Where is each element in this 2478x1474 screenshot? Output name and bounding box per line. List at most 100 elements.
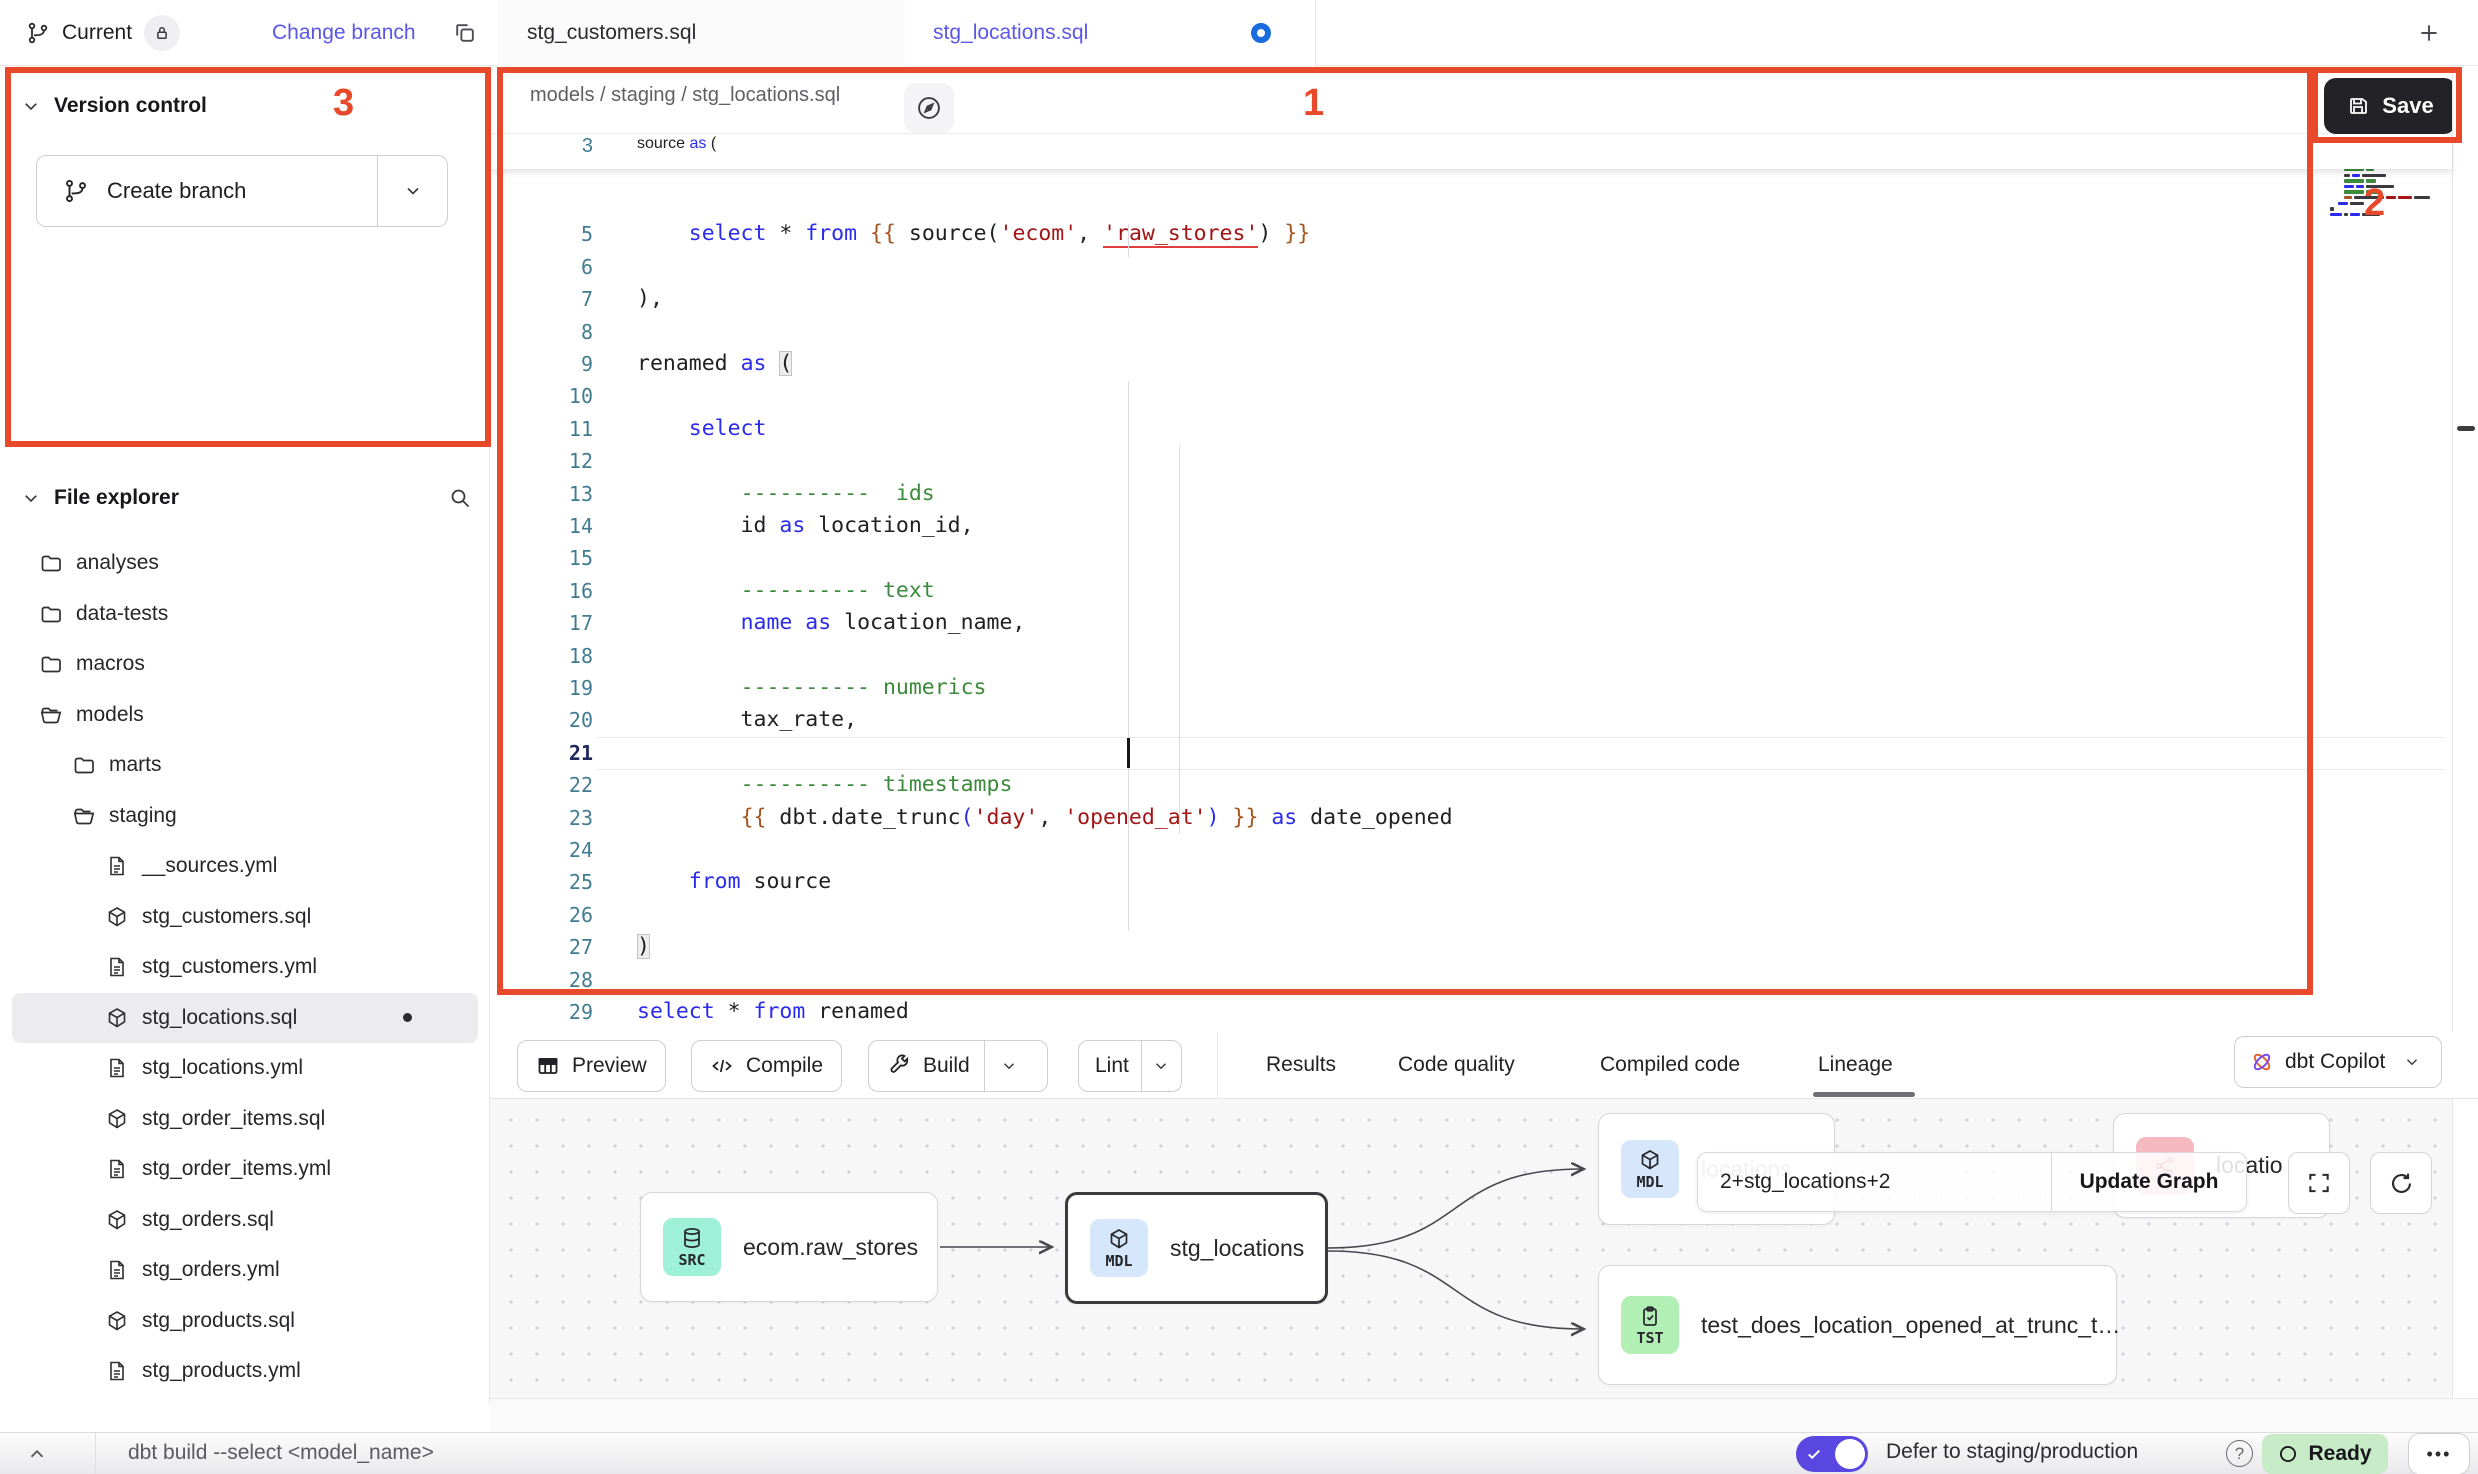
code-line-10[interactable]: 10 bbox=[490, 380, 637, 412]
change-branch-link[interactable]: Change branch bbox=[272, 21, 416, 45]
ready-status-badge[interactable]: Ready bbox=[2262, 1434, 2388, 1474]
code-line-18[interactable]: 18 bbox=[490, 640, 637, 672]
code-line-6[interactable]: 6 bbox=[490, 251, 637, 283]
file-tree-item-stg-products-sql[interactable]: stg_products.sql bbox=[12, 1296, 478, 1346]
version-control-header[interactable]: Version control bbox=[0, 86, 490, 126]
minimap-line bbox=[2366, 190, 2378, 193]
tab-stg-locations-sql[interactable]: stg_locations.sql bbox=[905, 0, 1315, 66]
file-tree-item-stg-order-items-sql[interactable]: stg_order_items.sql bbox=[12, 1094, 478, 1144]
code-line-22[interactable]: 22 ---------- timestamps bbox=[490, 769, 1012, 801]
code-line-25[interactable]: 25 from source bbox=[490, 866, 831, 898]
sticky-scope-line[interactable]: 3source as ( bbox=[490, 135, 2452, 169]
code-line-29[interactable]: 29select * from renamed bbox=[490, 996, 909, 1028]
file-explorer-header[interactable]: File explorer bbox=[0, 478, 490, 518]
save-button[interactable]: Save bbox=[2324, 78, 2456, 134]
code-line-21[interactable]: 21 bbox=[490, 737, 637, 769]
file-name: stg_order_items.yml bbox=[142, 1157, 331, 1181]
create-branch-button[interactable]: Create branch bbox=[36, 155, 448, 227]
lineage-node-source[interactable]: SRC ecom.raw_stores bbox=[640, 1192, 938, 1302]
expand-command-button[interactable] bbox=[22, 1441, 52, 1467]
dbt-copilot-button[interactable]: dbt Copilot bbox=[2234, 1036, 2442, 1088]
new-tab-button[interactable] bbox=[2412, 16, 2446, 50]
indent-guide bbox=[1128, 224, 1129, 257]
copilot-label: dbt Copilot bbox=[2285, 1050, 2385, 1074]
code-line-24[interactable]: 24 bbox=[490, 834, 637, 866]
code-line-15[interactable]: 15 bbox=[490, 542, 637, 574]
tab-lineage[interactable]: Lineage bbox=[1818, 1032, 1893, 1098]
tab-compiled-code[interactable]: Compiled code bbox=[1600, 1032, 1740, 1098]
code-editor[interactable]: 5 select * from {{ source('ecom', 'raw_s… bbox=[490, 134, 2452, 1032]
code-line-8[interactable]: 8 bbox=[490, 316, 637, 348]
lineage-node-test[interactable]: TST test_does_location_opened_at_trunc_t… bbox=[1598, 1265, 2117, 1385]
lineage-selector-input[interactable]: 2+stg_locations+2 bbox=[1698, 1170, 2051, 1194]
bottom-toolbar: Preview Compile Build Lint bbox=[490, 1032, 2478, 1099]
code-line-17[interactable]: 17 name as location_name, bbox=[490, 607, 1025, 639]
code-line-28[interactable]: 28 bbox=[490, 964, 637, 996]
code-line-26[interactable]: 26 bbox=[490, 899, 637, 931]
file-tree-item-data-tests[interactable]: data-tests bbox=[12, 589, 478, 639]
tab-results[interactable]: Results bbox=[1266, 1032, 1336, 1098]
lineage-node-stg-locations[interactable]: MDL stg_locations bbox=[1065, 1192, 1328, 1304]
minimap-line bbox=[2398, 196, 2412, 199]
tab-label: stg_customers.sql bbox=[527, 21, 696, 45]
file-tree-item-stg-orders-sql[interactable]: stg_orders.sql bbox=[12, 1195, 478, 1245]
help-icon[interactable]: ? bbox=[2226, 1440, 2253, 1467]
minimap-line bbox=[2344, 190, 2364, 193]
panel-resize-handle[interactable] bbox=[2457, 426, 2475, 431]
git-branch-icon bbox=[63, 178, 89, 204]
tab-code-quality[interactable]: Code quality bbox=[1398, 1032, 1515, 1098]
tst-badge: TST bbox=[1621, 1296, 1679, 1354]
tab-stg-customers-sql[interactable]: stg_customers.sql bbox=[497, 0, 905, 66]
minimap-line bbox=[2344, 213, 2348, 216]
lint-dropdown[interactable] bbox=[1141, 1041, 1181, 1091]
file-tree-item-analyses[interactable]: analyses bbox=[12, 538, 478, 588]
code-line-20[interactable]: 20 tax_rate, bbox=[490, 704, 857, 736]
code-line-9[interactable]: 9renamed as ( bbox=[490, 348, 792, 380]
compile-button[interactable]: Compile bbox=[691, 1040, 842, 1092]
lint-button[interactable]: Lint bbox=[1078, 1040, 1182, 1092]
file-tree-item--sources-yml[interactable]: __sources.yml bbox=[12, 841, 478, 891]
code-line-7[interactable]: 7), bbox=[490, 283, 663, 315]
file-tree-item-stg-customers-yml[interactable]: stg_customers.yml bbox=[12, 942, 478, 992]
file-tree-item-marts[interactable]: marts bbox=[12, 740, 478, 790]
code-line-14[interactable]: 14 id as location_id, bbox=[490, 510, 974, 542]
create-branch-dropdown[interactable] bbox=[377, 156, 447, 226]
preview-button[interactable]: Preview bbox=[517, 1040, 666, 1092]
code-line-5[interactable]: 5 select * from {{ source('ecom', 'raw_s… bbox=[490, 218, 1310, 250]
file-tree-item-stg-order-items-yml[interactable]: stg_order_items.yml bbox=[12, 1144, 478, 1194]
lock-icon bbox=[144, 15, 180, 51]
file-tree-item-stg-locations-sql[interactable]: stg_locations.sql bbox=[12, 993, 478, 1043]
current-branch[interactable]: Current bbox=[26, 0, 180, 66]
copilot-compass-button[interactable] bbox=[904, 83, 954, 133]
search-icon[interactable] bbox=[448, 486, 472, 510]
lineage-graph[interactable]: SRC ecom.raw_stores MDL stg_locations MD… bbox=[490, 1099, 2452, 1398]
file-tree-item-stg-orders-yml[interactable]: stg_orders.yml bbox=[12, 1245, 478, 1295]
code-line-13[interactable]: 13 ---------- ids bbox=[490, 478, 935, 510]
code-line-12[interactable]: 12 bbox=[490, 445, 637, 477]
file-tree-item-macros[interactable]: macros bbox=[12, 639, 478, 689]
code-line-19[interactable]: 19 ---------- numerics bbox=[490, 672, 987, 704]
defer-toggle[interactable] bbox=[1796, 1436, 1868, 1472]
file-tree-item-stg-customers-sql[interactable]: stg_customers.sql bbox=[12, 892, 478, 942]
folder-icon bbox=[71, 753, 97, 777]
line-number: 20 bbox=[490, 704, 593, 736]
fullscreen-button[interactable] bbox=[2288, 1152, 2350, 1214]
more-options-button[interactable]: ••• bbox=[2408, 1433, 2470, 1474]
file-tree-item-models[interactable]: models bbox=[12, 690, 478, 740]
cube-icon bbox=[1107, 1227, 1131, 1251]
refresh-button[interactable] bbox=[2370, 1152, 2432, 1214]
build-dropdown[interactable] bbox=[984, 1041, 1034, 1091]
file-tree-item-stg-products-yml[interactable]: stg_products.yml bbox=[12, 1346, 478, 1396]
copy-icon[interactable] bbox=[452, 20, 477, 45]
file-tree-item-staging[interactable]: staging bbox=[12, 791, 478, 841]
tab-label: Compiled code bbox=[1600, 1053, 1740, 1077]
code-line-16[interactable]: 16 ---------- text bbox=[490, 575, 935, 607]
line-number: 17 bbox=[490, 607, 593, 639]
code-line-23[interactable]: 23 {{ dbt.date_trunc('day', 'opened_at')… bbox=[490, 802, 1453, 834]
file-tree-item-stg-locations-yml[interactable]: stg_locations.yml bbox=[12, 1043, 478, 1093]
code-line-11[interactable]: 11 select bbox=[490, 413, 766, 445]
code-line-27[interactable]: 27) bbox=[490, 931, 650, 963]
update-graph-button[interactable]: Update Graph bbox=[2051, 1153, 2246, 1211]
command-input[interactable]: dbt build --select <model_name> bbox=[128, 1441, 434, 1465]
build-button[interactable]: Build bbox=[868, 1040, 1048, 1092]
